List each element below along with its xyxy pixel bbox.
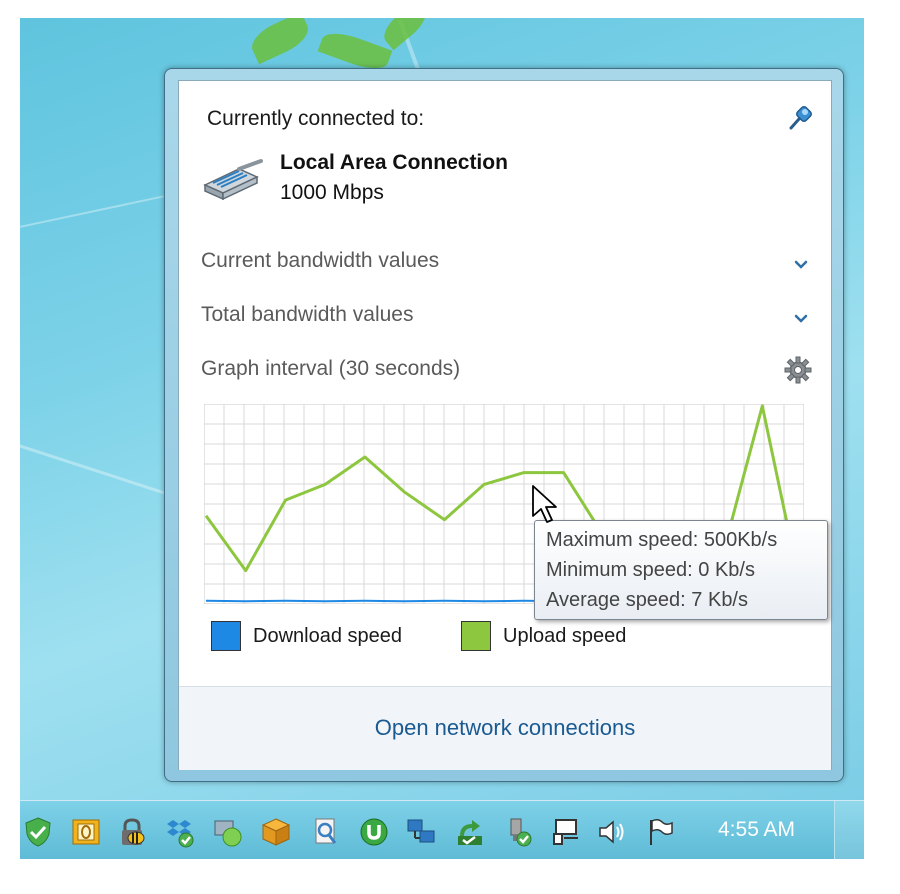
tooltip-avg-speed: Average speed: 7 Kb/s — [546, 589, 748, 611]
speed-tooltip: Maximum speed: 500Kb/s Minimum speed: 0 … — [534, 520, 828, 620]
tooltip-min-speed: Minimum speed: 0 Kb/s — [546, 559, 755, 581]
network-meter-icon[interactable] — [212, 816, 244, 848]
graph-interval-label: Graph interval (30 seconds) — [201, 357, 461, 380]
speaker-icon[interactable] — [596, 816, 628, 848]
connection-name: Local Area Connection — [280, 151, 508, 174]
chevron-down-icon[interactable] — [793, 257, 809, 273]
flyout-footer: Open network connections — [179, 686, 831, 770]
ethernet-icon — [203, 159, 263, 201]
show-desktop-button[interactable] — [834, 801, 865, 859]
package-icon[interactable] — [260, 816, 292, 848]
total-bandwidth-label: Total bandwidth values — [201, 303, 414, 326]
usb-check-icon[interactable] — [502, 816, 534, 848]
network-flyout: Currently connected to: Local Area Conne… — [178, 80, 832, 770]
shield-check-icon[interactable] — [22, 816, 54, 848]
graph-interval-row[interactable]: Graph interval (30 seconds) — [179, 351, 831, 391]
download-legend-swatch — [211, 621, 241, 651]
taskbar-clock[interactable]: 4:55 AM — [718, 818, 795, 842]
search-doc-icon[interactable] — [310, 816, 342, 848]
upload-legend-label: Upload speed — [503, 625, 627, 647]
dropbox-icon[interactable] — [164, 816, 196, 848]
network-computers-icon[interactable] — [406, 816, 438, 848]
lock-bee-icon[interactable] — [116, 816, 148, 848]
flag-icon[interactable] — [644, 816, 676, 848]
connection-speed: 1000 Mbps — [280, 181, 384, 204]
current-bandwidth-row[interactable]: Current bandwidth values — [179, 243, 831, 283]
chevron-down-icon[interactable] — [793, 311, 809, 327]
current-bandwidth-label: Current bandwidth values — [201, 249, 440, 272]
tooltip-max-speed: Maximum speed: 500Kb/s — [546, 529, 778, 551]
mouse-cursor-icon — [532, 485, 557, 523]
open-network-connections-link[interactable]: Open network connections — [179, 715, 831, 741]
connected-label: Currently connected to: — [207, 107, 425, 130]
outlook-icon[interactable] — [70, 816, 102, 848]
tray-network-icon[interactable] — [550, 816, 582, 848]
utorrent-icon[interactable] — [358, 816, 390, 848]
total-bandwidth-row[interactable]: Total bandwidth values — [179, 297, 831, 337]
taskbar: 4:55 AM — [20, 800, 865, 859]
sync-check-icon[interactable] — [454, 816, 486, 848]
pin-icon[interactable] — [785, 101, 817, 133]
download-legend-label: Download speed — [253, 625, 402, 647]
gear-icon[interactable] — [783, 355, 813, 385]
upload-legend-swatch — [461, 621, 491, 651]
